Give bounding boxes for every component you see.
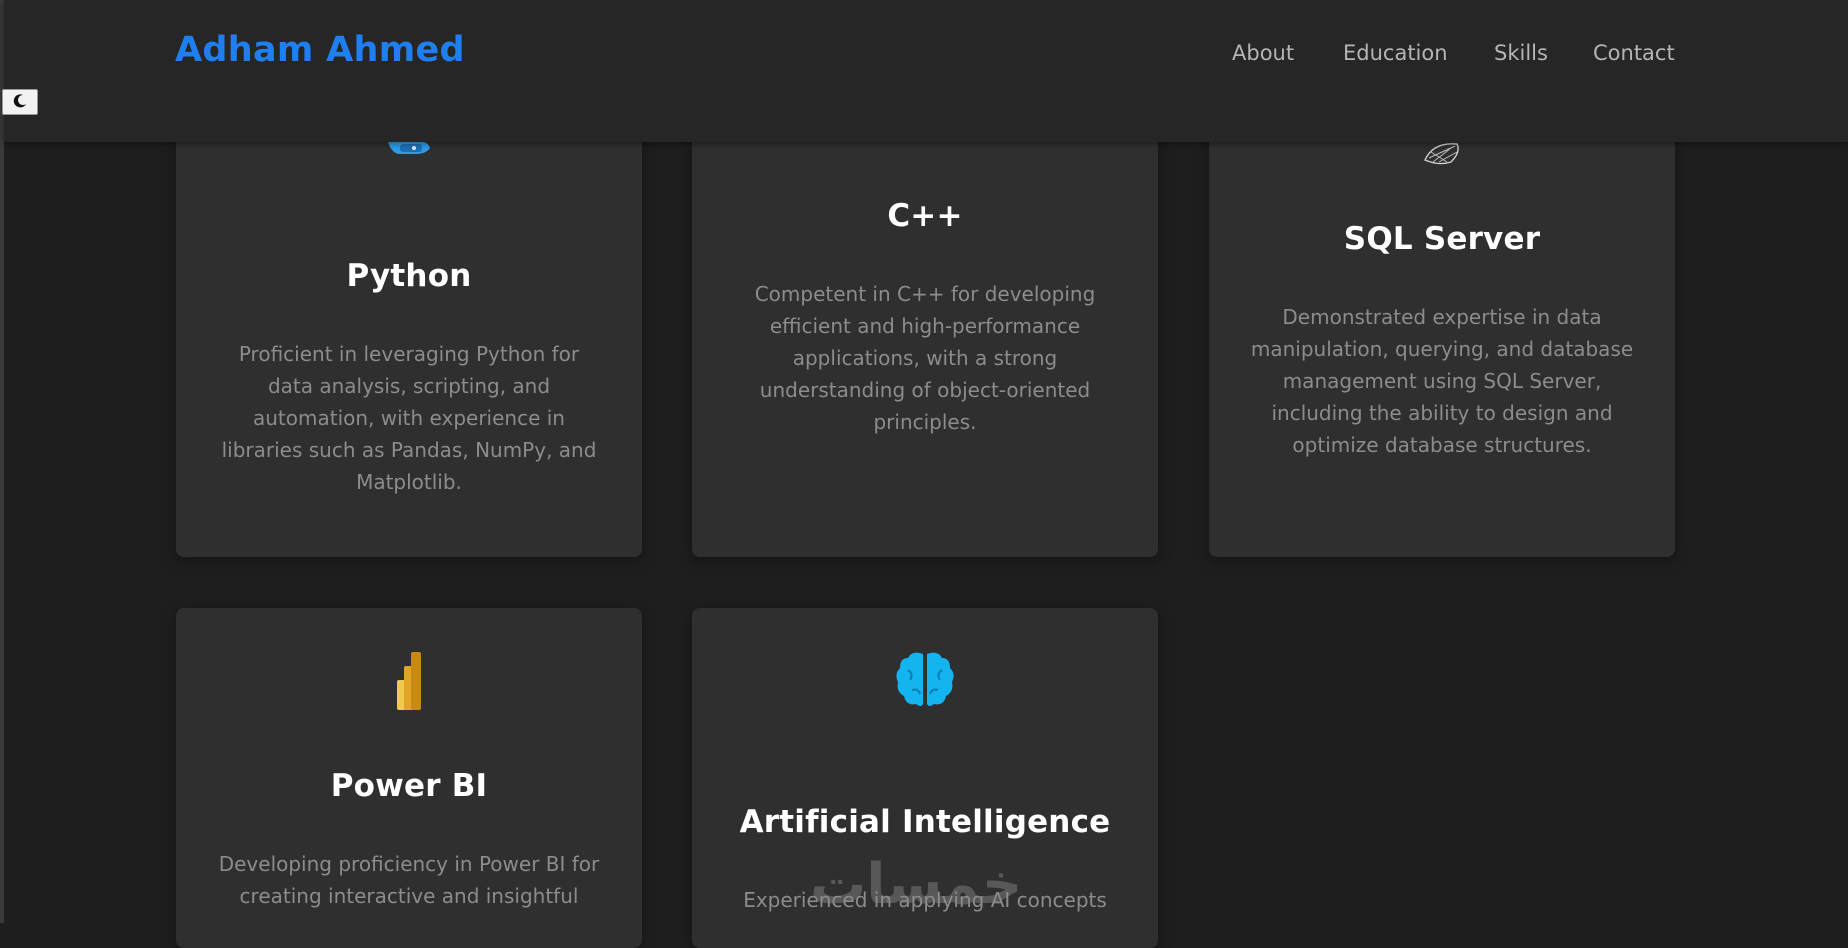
site-header: Adham Ahmed About Education Skills Conta…: [4, 0, 1848, 142]
skill-title: Power BI: [330, 768, 488, 804]
skill-card-cpp: C++ Competent in C++ for developing effi…: [692, 100, 1158, 557]
brain-icon: [894, 648, 956, 714]
skill-description: Proficient in leveraging Python for data…: [221, 342, 597, 494]
skill-description: Developing proficiency in Power BI for c…: [218, 852, 600, 908]
skill-description: Demonstrated expertise in data manipulat…: [1250, 305, 1634, 457]
skill-title: Python: [346, 258, 472, 294]
sql-server-icon: [1421, 138, 1463, 170]
theme-toggle-button[interactable]: [2, 89, 38, 115]
watermark-logo: خمسات: [810, 852, 1023, 917]
moon-icon: [12, 93, 28, 112]
skill-title: Artificial Intelligence: [739, 804, 1111, 840]
nav-contact[interactable]: Contact: [1593, 41, 1675, 65]
skill-card-sql-server: SQL Server Demonstrated expertise in dat…: [1209, 100, 1675, 557]
brand-logo[interactable]: Adham Ahmed: [175, 30, 465, 70]
skill-title: C++: [887, 198, 963, 234]
nav-education[interactable]: Education: [1343, 41, 1448, 65]
skill-title: SQL Server: [1343, 221, 1541, 257]
skill-description: Competent in C++ for developing efficien…: [754, 282, 1096, 434]
nav-skills[interactable]: Skills: [1494, 41, 1548, 65]
nav-about[interactable]: About: [1232, 41, 1294, 65]
skill-card-power-bi: Power BI Developing proficiency in Power…: [176, 608, 642, 948]
power-bi-icon: [395, 650, 423, 716]
skill-card-python: Python Proficient in leveraging Python f…: [176, 100, 642, 557]
